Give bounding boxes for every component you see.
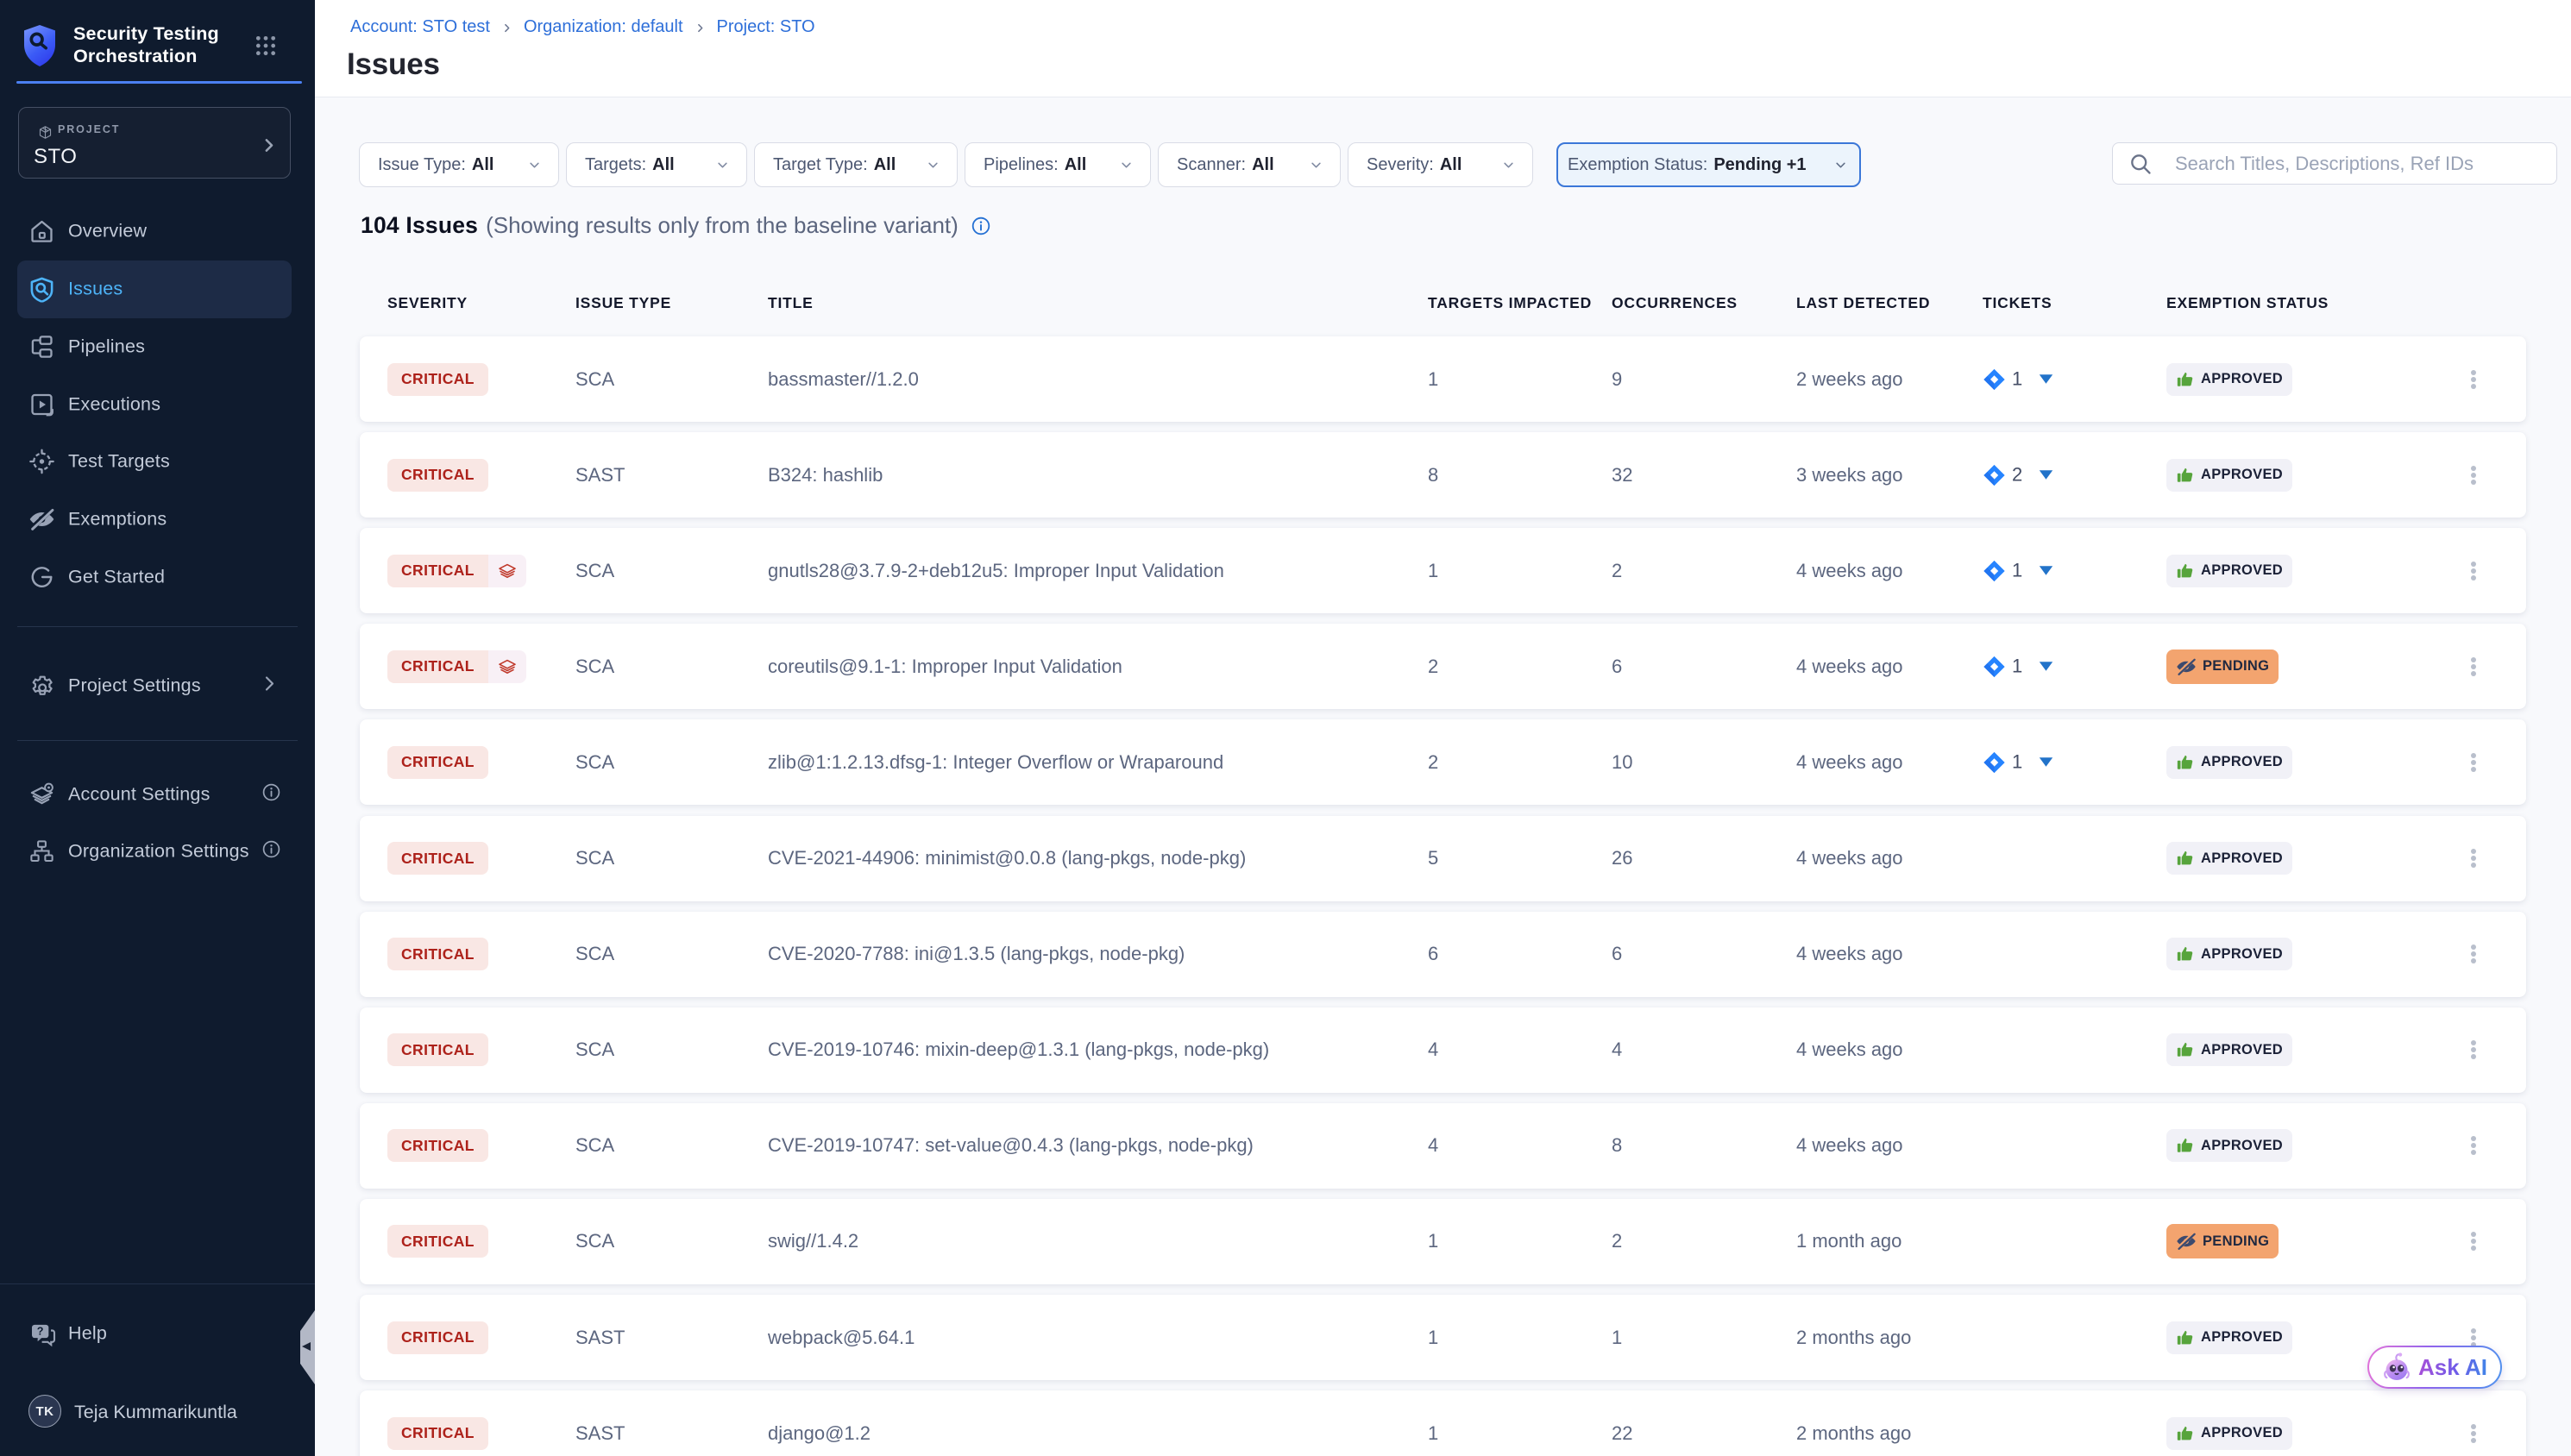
svg-text:?: ? <box>37 1326 44 1338</box>
